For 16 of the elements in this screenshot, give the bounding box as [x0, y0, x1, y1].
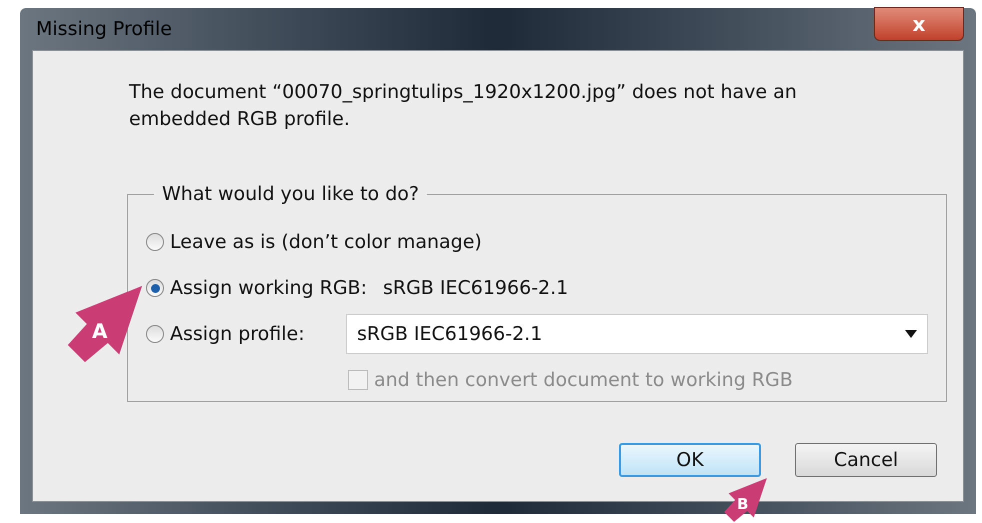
window-title: Missing Profile — [35, 16, 172, 42]
dialog-button[interactable]: Cancel — [795, 443, 937, 477]
option-label: Assign working RGB: — [170, 276, 367, 301]
option-label: Leave as is (don’t color manage) — [170, 230, 482, 255]
callout-arrow: B — [722, 477, 768, 523]
radio-button[interactable] — [146, 325, 164, 343]
close-button[interactable]: x — [874, 7, 964, 41]
profile-dropdown[interactable]: sRGB IEC61966-2.1 — [346, 314, 928, 354]
checkbox-label: and then convert document to working RGB — [374, 368, 793, 393]
radio-button[interactable] — [146, 233, 164, 251]
dialog-button[interactable]: OK — [619, 443, 761, 477]
message-text: The document “00070_springtulips_1920x1200.jpg” does not have an embedded RGB profile. — [129, 80, 798, 132]
radio-button[interactable] — [146, 279, 164, 297]
dropdown-arrow-icon — [905, 330, 917, 338]
profile-name: sRGB IEC61966-2.1 — [382, 276, 568, 301]
option-label: Assign profile: — [170, 322, 306, 347]
